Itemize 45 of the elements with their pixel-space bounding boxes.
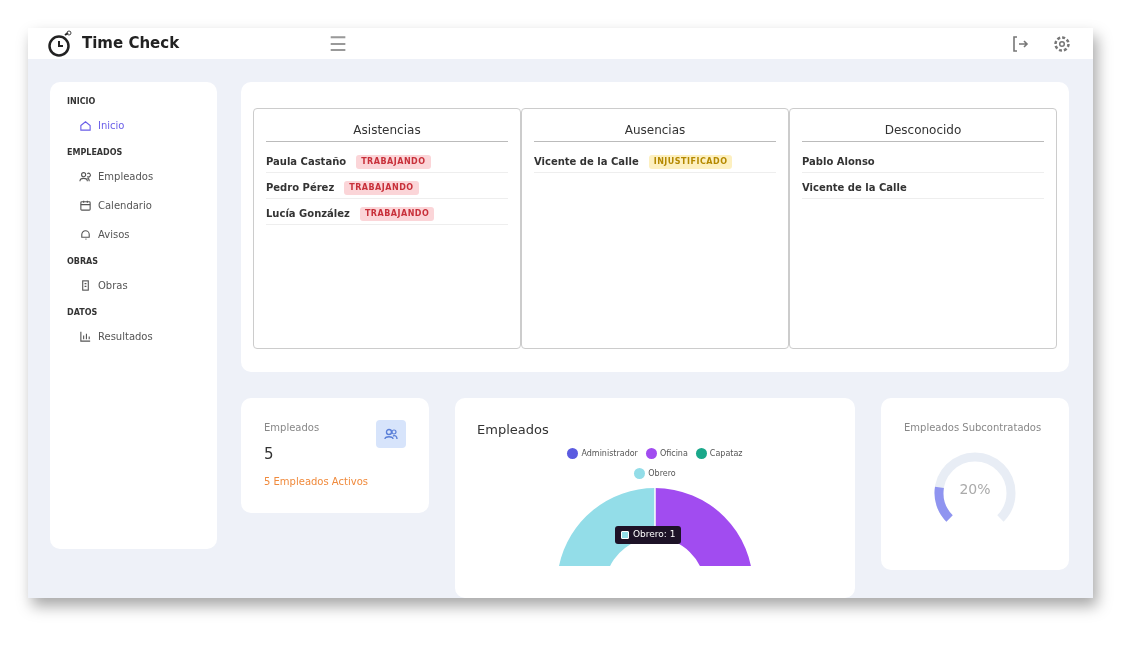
legend-label: Oficina xyxy=(659,447,688,460)
status-badge: TRABAJANDO xyxy=(344,180,419,195)
sidebar-heading: DATOS xyxy=(67,307,99,319)
users-icon xyxy=(376,420,406,448)
sidebar-item[interactable]: Empleados xyxy=(67,169,154,184)
chart-icon xyxy=(79,330,92,343)
column-title: Desconocido xyxy=(802,121,1044,142)
chart-tooltip: Obrero: 1 xyxy=(615,526,682,544)
bell-icon xyxy=(79,228,92,241)
status-badge: TRABAJANDO xyxy=(359,206,435,221)
calendar-icon xyxy=(79,199,92,212)
employee-name: Pedro Pérez xyxy=(266,181,335,195)
sidebar-item[interactable]: Avisos xyxy=(67,227,130,242)
stopwatch-icon xyxy=(48,29,74,58)
sidebar-item[interactable]: Calendario xyxy=(67,198,152,213)
sidebar-item[interactable]: Obras xyxy=(67,278,128,293)
settings-icon[interactable] xyxy=(1053,34,1071,53)
legend-label: Capataz xyxy=(709,447,743,460)
chart-title: Empleados xyxy=(477,421,550,439)
column-title: Ausencias xyxy=(534,121,776,142)
app-title: Time Check xyxy=(82,33,180,55)
employee-name: Vicente de la Calle xyxy=(534,155,639,169)
legend-label: Administrador xyxy=(581,447,638,460)
sidebar-heading: OBRAS xyxy=(67,256,99,268)
column-title: Asistencias xyxy=(266,121,508,142)
home-icon xyxy=(79,119,92,132)
stat-note: 5 Empleados Activos xyxy=(264,474,368,489)
status-badge: INJUSTIFICADO xyxy=(648,154,733,169)
users-icon xyxy=(79,170,92,183)
stat-value: 5 xyxy=(264,444,275,465)
employee-name: Paula Castaño xyxy=(266,155,347,169)
legend-label: Obrero xyxy=(648,467,676,480)
employee-name: Vicente de la Calle xyxy=(802,181,907,195)
gauge-reading: 20% xyxy=(958,480,992,499)
sidebar-heading: EMPLEADOS xyxy=(67,147,124,159)
employee-name: Lucía González xyxy=(266,207,350,221)
gauge-label: Empleados Subcontratados xyxy=(904,421,1043,435)
building-icon xyxy=(79,279,92,292)
logout-icon[interactable] xyxy=(1011,34,1029,53)
stat-label: Empleados xyxy=(264,421,321,435)
sidebar-heading: INICIO xyxy=(67,96,97,108)
sidebar-item[interactable]: Inicio xyxy=(67,118,125,133)
employee-name: Pablo Alonso xyxy=(802,155,875,169)
sidebar-item[interactable]: Resultados xyxy=(67,329,153,344)
status-badge: TRABAJANDO xyxy=(356,154,431,169)
